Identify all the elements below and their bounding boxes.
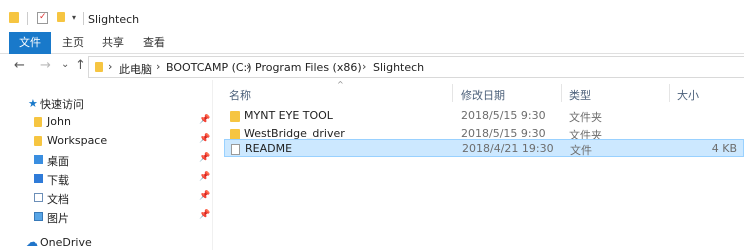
properties-icon[interactable] — [37, 12, 48, 24]
table-row[interactable]: README 2018/4/21 19:30 文件 4 KB — [224, 139, 744, 157]
breadcrumb-program-files[interactable]: Program Files (x86) — [255, 61, 362, 74]
pin-icon[interactable]: 📌 — [199, 210, 210, 220]
divider — [83, 12, 84, 25]
column-divider[interactable] — [561, 84, 562, 102]
tab-share[interactable]: 共享 — [100, 32, 126, 54]
file-date: 2018/4/21 19:30 — [462, 142, 554, 155]
sidebar-item-label: 下载 — [47, 174, 69, 187]
folder-icon — [34, 117, 42, 127]
back-arrow-icon[interactable]: ← — [14, 59, 25, 73]
sidebar-item-desktop[interactable]: 桌面 📌 — [0, 150, 212, 169]
sidebar-item-workspace[interactable]: Workspace 📌 — [0, 131, 212, 150]
up-arrow-icon[interactable]: ↑ — [75, 59, 86, 73]
folder-icon — [230, 111, 240, 122]
sidebar-item-pictures[interactable]: 图片 📌 — [0, 207, 212, 226]
sidebar-item-downloads[interactable]: 下载 📌 — [0, 169, 212, 188]
documents-icon — [34, 193, 43, 202]
new-folder-icon[interactable] — [57, 12, 65, 22]
quick-access-dropdown-icon[interactable]: ▾ — [72, 13, 76, 22]
folder-icon — [34, 136, 42, 146]
breadcrumb-this-pc[interactable]: 此电脑 — [119, 61, 152, 77]
tab-file[interactable]: 文件 — [9, 32, 51, 54]
file-list: ^ 名称 修改日期 类型 大小 MYNT EYE TOOL 2018/5/15 … — [214, 80, 744, 250]
breadcrumb-separator[interactable]: › — [246, 60, 250, 73]
breadcrumb-bootcamp[interactable]: BOOTCAMP (C:) — [166, 61, 252, 74]
forward-arrow-icon[interactable]: → — [40, 59, 51, 73]
table-row[interactable]: MYNT EYE TOOL 2018/5/15 9:30 文件夹 — [224, 107, 744, 125]
title-bar: ▾ Slightech — [0, 0, 744, 32]
pin-icon[interactable]: 📌 — [199, 191, 210, 201]
breadcrumb-separator[interactable]: › — [362, 60, 366, 73]
pin-icon[interactable]: 📌 — [199, 172, 210, 182]
pictures-icon — [34, 212, 43, 221]
navigation-bar: ← → ⌄ ↑ › 此电脑 › BOOTCAMP (C:) › Program … — [0, 55, 744, 79]
file-size: 4 KB — [711, 142, 737, 155]
tab-home[interactable]: 主页 — [60, 32, 86, 54]
star-icon: ★ — [28, 97, 38, 110]
recent-locations-icon[interactable]: ⌄ — [61, 58, 69, 72]
cloud-icon: ☁ — [26, 235, 38, 249]
file-date: 2018/5/15 9:30 — [461, 109, 546, 122]
pin-icon[interactable]: 📌 — [199, 115, 210, 125]
column-header-size[interactable]: 大小 — [677, 87, 699, 103]
navigation-pane: ★ 快速访问 John 📌 Workspace 📌 桌面 📌 下载 📌 文档 📌… — [0, 80, 213, 250]
breadcrumb-slightech[interactable]: Slightech — [373, 61, 424, 74]
file-type: 文件 — [570, 144, 592, 157]
file-icon — [231, 144, 240, 155]
pin-icon[interactable]: 📌 — [199, 153, 210, 163]
file-type: 文件夹 — [569, 111, 602, 124]
ribbon-tabs: 文件 主页 共享 查看 — [0, 32, 744, 54]
download-icon — [34, 174, 43, 183]
sidebar-item-quick-access[interactable]: ★ 快速访问 — [0, 93, 212, 112]
window-title: Slightech — [88, 13, 140, 26]
sidebar-item-label: OneDrive — [40, 236, 92, 249]
pin-icon[interactable]: 📌 — [199, 134, 210, 144]
column-divider[interactable] — [669, 84, 670, 102]
sidebar-item-john[interactable]: John 📌 — [0, 112, 212, 131]
sidebar-item-label: John — [47, 115, 71, 128]
column-header-name[interactable]: 名称 — [229, 87, 251, 103]
sidebar-item-label: 快速访问 — [40, 98, 84, 111]
breadcrumb-separator[interactable]: › — [108, 60, 112, 73]
sort-ascending-icon: ^ — [337, 80, 344, 89]
desktop-icon — [34, 155, 43, 164]
folder-icon — [95, 62, 103, 72]
sidebar-item-label: 桌面 — [47, 155, 69, 168]
column-divider[interactable] — [452, 84, 453, 102]
sidebar-item-label: Workspace — [47, 134, 108, 147]
sidebar-item-label: 图片 — [47, 212, 69, 225]
sidebar-item-documents[interactable]: 文档 📌 — [0, 188, 212, 207]
sidebar-item-onedrive[interactable]: ☁ OneDrive — [0, 233, 212, 250]
file-name: MYNT EYE TOOL — [244, 109, 333, 122]
folder-icon — [9, 12, 19, 23]
divider — [27, 12, 28, 25]
tab-view[interactable]: 查看 — [141, 32, 167, 54]
sidebar-item-label: 文档 — [47, 193, 69, 206]
address-bar[interactable]: › 此电脑 › BOOTCAMP (C:) › Program Files (x… — [88, 56, 744, 78]
column-header-type[interactable]: 类型 — [569, 87, 591, 103]
breadcrumb-separator[interactable]: › — [156, 60, 160, 73]
file-name: README — [245, 142, 293, 155]
column-header-date[interactable]: 修改日期 — [461, 87, 505, 103]
